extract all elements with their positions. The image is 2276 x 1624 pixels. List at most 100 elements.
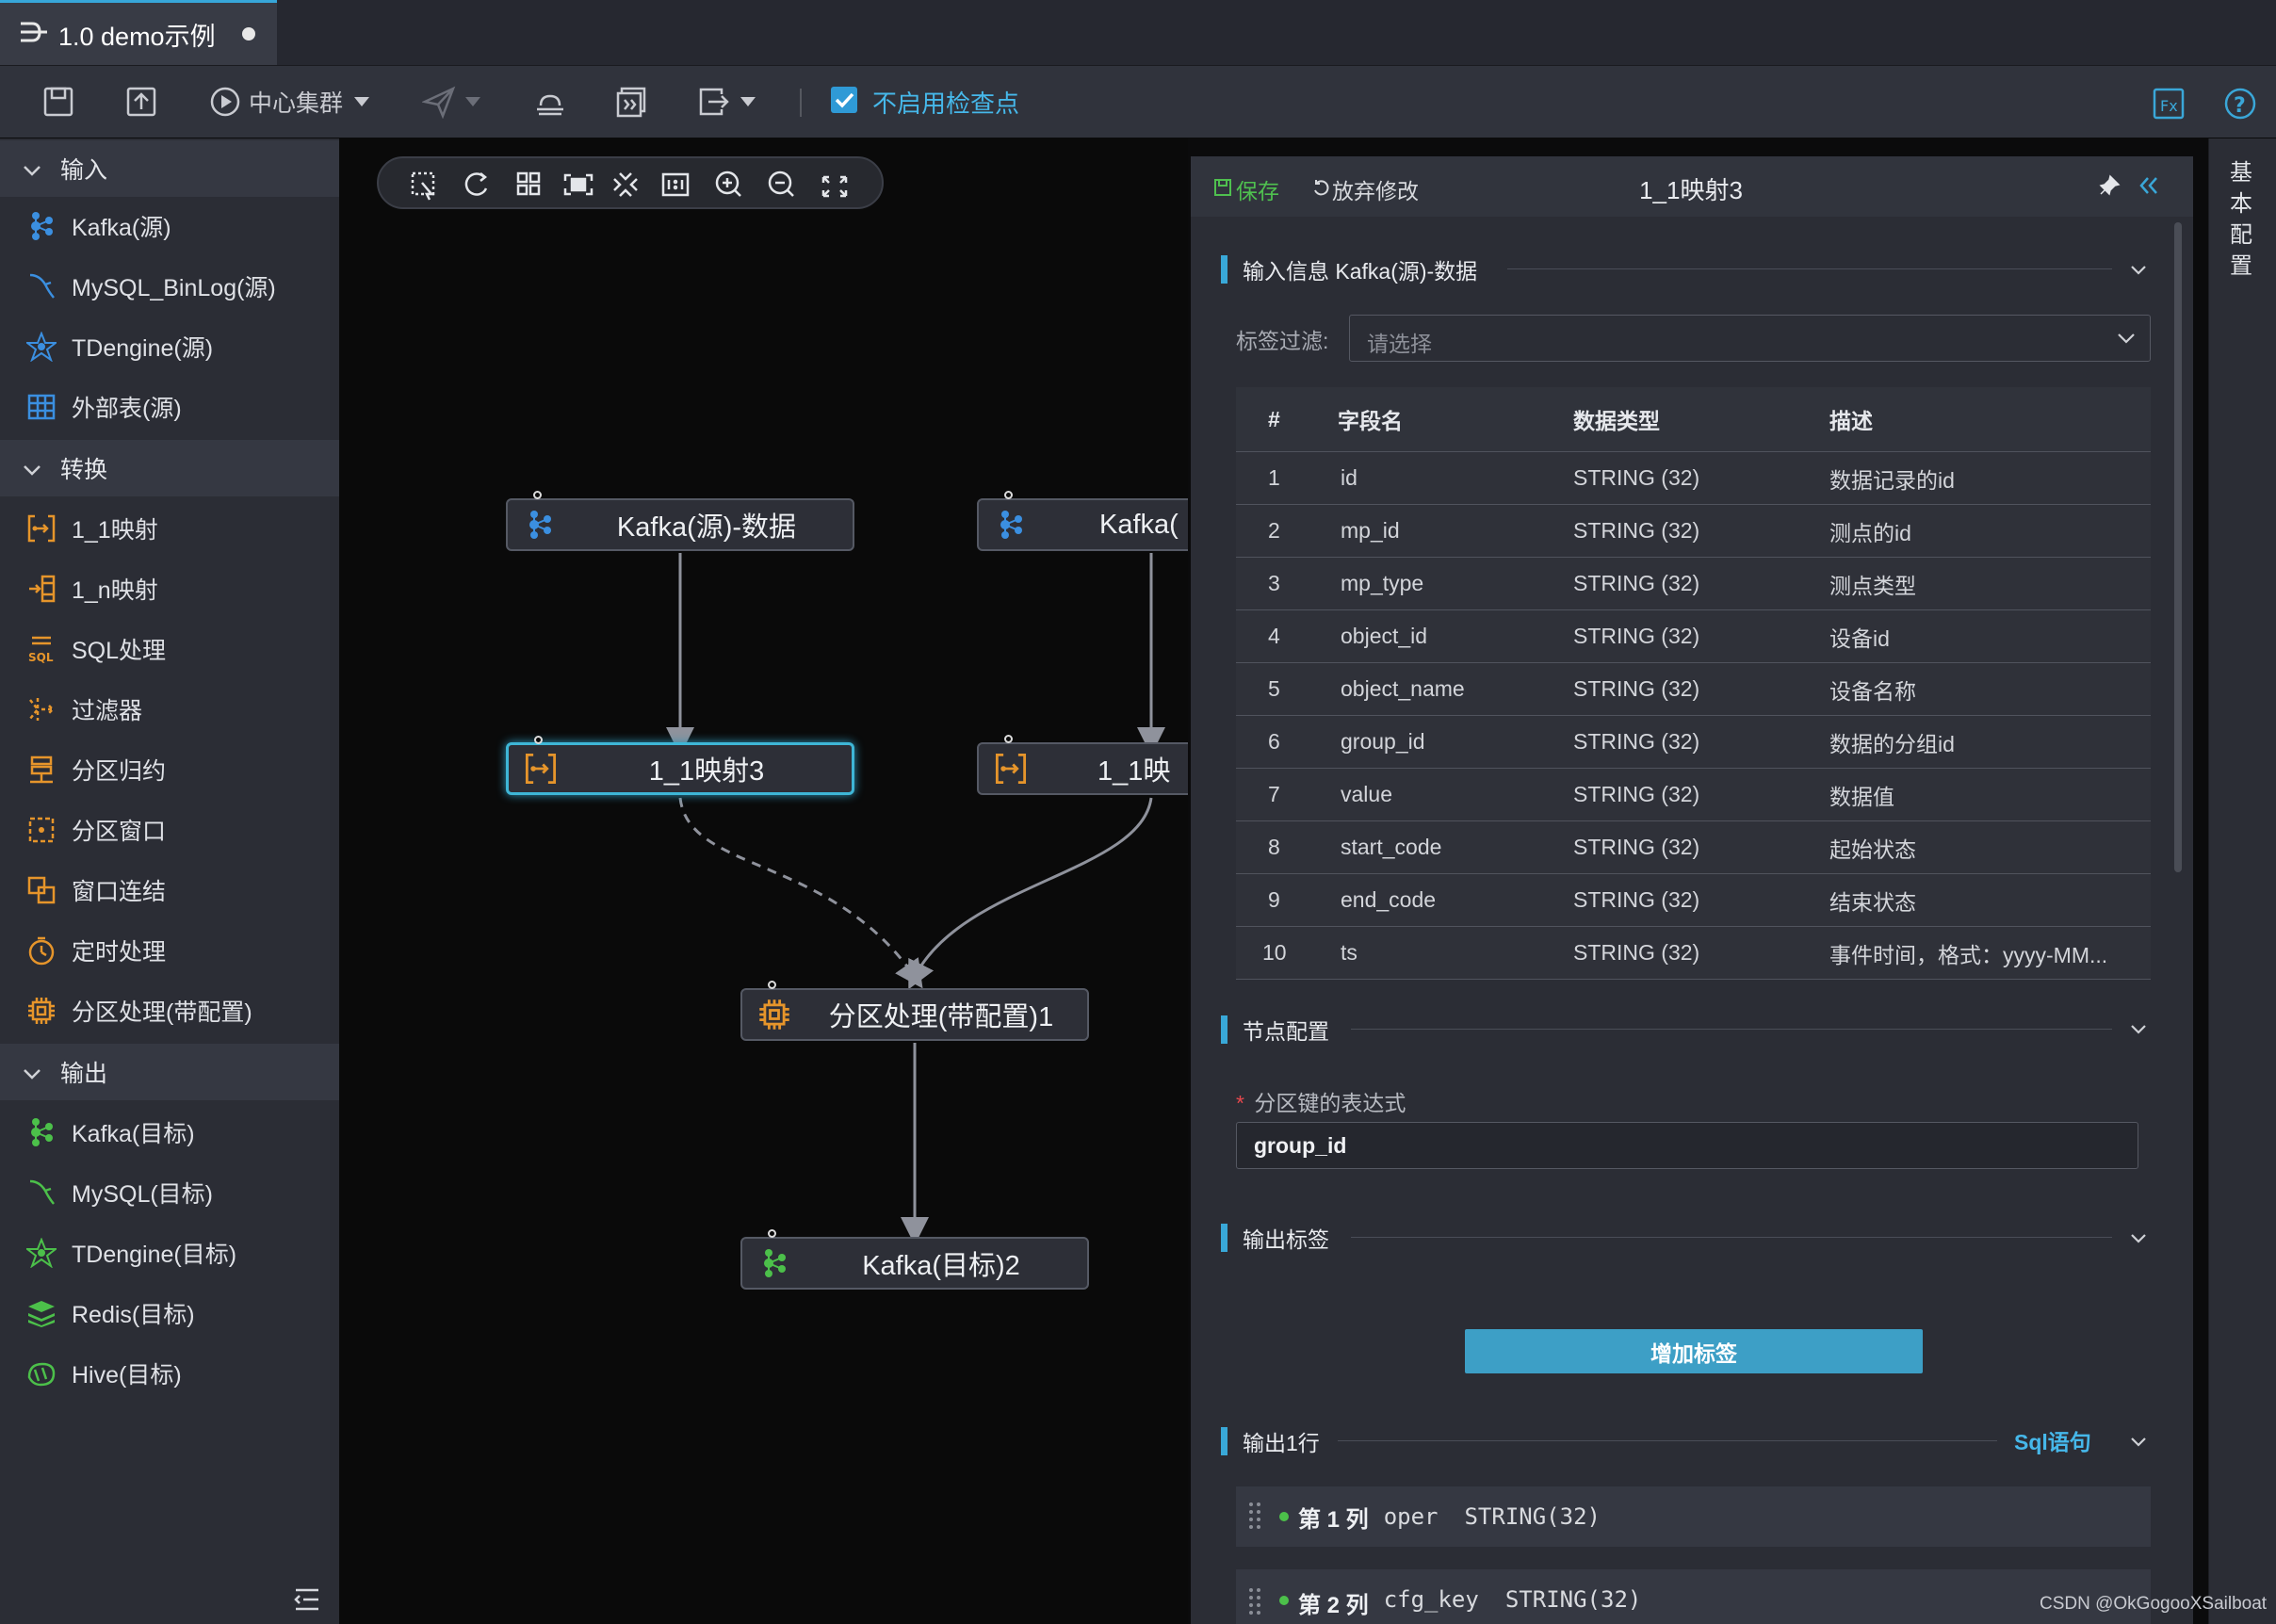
sidebar-item-partition-reduce[interactable]: 分区归约 [0,741,339,798]
panel-scrollbar[interactable] [2174,222,2182,872]
node-port[interactable] [1004,491,1013,499]
drag-handle-icon[interactable] [1236,1586,1274,1618]
cell-index: 3 [1236,557,1337,610]
sidebar-item-1-n-map[interactable]: 1_n映射 [0,560,339,617]
sidebar-item-label: 分区窗口 [72,819,167,845]
cell-field: ts [1337,926,1572,980]
cell-field: group_id [1337,715,1572,769]
sidebar-item-external-table[interactable]: 外部表(源) [0,379,339,435]
cell-field: mp_id [1337,504,1572,558]
section-input[interactable]: 输入 [0,140,339,197]
add-tag-button[interactable]: 增加标签 [1465,1329,1923,1373]
node-kafka-source[interactable]: Kafka(源)-数据 [506,491,854,551]
pin-icon[interactable] [2097,173,2122,203]
sidebar-item-redis-target[interactable]: Redis(目标) [0,1285,339,1341]
save-icon[interactable] [41,79,75,124]
section-input-info: 输入信息 Kafka(源)-数据 [1221,254,1477,284]
table-row[interactable]: 9 end_code STRING (32) 结束状态 [1236,873,2151,927]
sidebar-item-mysql-target[interactable]: MySQL(目标) [0,1164,339,1221]
node-port[interactable] [534,736,543,744]
column-name: oper [1383,1503,1439,1530]
cell-index: 5 [1236,662,1337,716]
chevron-down-icon[interactable] [2129,260,2148,279]
node-label: Kafka(目标)2 [862,1251,1020,1281]
sidebar-item-partition-process[interactable]: 分区处理(带配置) [0,983,339,1039]
collapse-panel-icon[interactable] [2137,173,2161,203]
sql-statement-link[interactable]: Sql语句 [2014,1424,2091,1456]
sidebar-item-kafka-source[interactable]: Kafka(源) [0,198,339,254]
checkpoint-checkbox[interactable] [831,87,857,113]
sidebar-item-partition-window[interactable]: 分区窗口 [0,802,339,858]
sidebar-item-1-1-map[interactable]: 1_1映射 [0,500,339,557]
output-column-row[interactable]: 第 2 列 cfg_key STRING(32) [1236,1569,2151,1624]
node-kafka-source-2[interactable]: Kafka( [977,491,1188,551]
node-label: 分区处理(带配置)1 [828,1002,1054,1032]
column-label: 第 2 列 [1298,1593,1369,1618]
sidebar-item-filter[interactable]: 过滤器 [0,681,339,738]
chevron-down-icon[interactable] [2129,1019,2148,1038]
toolbar-divider [800,89,802,117]
sidebar-item-sql[interactable]: SQL SQL处理 [0,621,339,677]
table-row[interactable]: 1 id STRING (32) 数据记录的id [1236,451,2151,505]
export-dropdown[interactable] [697,79,756,124]
node-port[interactable] [768,981,776,989]
cell-index: 4 [1236,609,1337,663]
run-cluster-dropdown[interactable]: 中心集群 [209,79,370,124]
table-row[interactable]: 4 object_id STRING (32) 设备id [1236,609,2151,663]
node-port[interactable] [1004,735,1013,743]
tab-basic-config[interactable]: 基本配置 [2230,157,2256,282]
unsaved-dot-icon [241,27,255,41]
section-transform[interactable]: 转换 [0,440,339,496]
table-row[interactable]: 5 object_name STRING (32) 设备名称 [1236,662,2151,716]
tag-filter-select[interactable]: 请选择 [1349,315,2151,362]
collapse-sidebar-icon[interactable] [294,1587,320,1616]
help-icon[interactable]: ? [2223,81,2257,126]
table-row[interactable]: 7 value STRING (32) 数据值 [1236,768,2151,821]
sql-icon: SQL [24,632,58,666]
refresh-icon [464,172,488,196]
table-row[interactable]: 10 ts STRING (32) 事件时间，格式：yyyy-MM... [1236,926,2151,980]
checkpoint-label[interactable]: 不启用检查点 [872,79,1019,124]
section-output[interactable]: 输出 [0,1044,339,1100]
node-partition-process[interactable]: 分区处理(带配置)1 [740,981,1089,1041]
node-kafka-target[interactable]: Kafka(目标)2 [740,1229,1089,1290]
node-port[interactable] [533,491,542,499]
partition-key-input[interactable]: group_id [1236,1122,2138,1169]
table-row[interactable]: 3 mp_type STRING (32) 测点类型 [1236,557,2151,610]
cell-type: STRING (32) [1572,820,1829,874]
cell-type: STRING (32) [1572,451,1829,505]
formula-icon[interactable]: Fx [2152,81,2186,126]
upload-icon[interactable] [124,79,158,124]
tab-demo[interactable]: 1.0 demo示例 [0,0,277,65]
node-map-other[interactable]: 1_1映 [977,735,1188,795]
required-asterisk: * [1236,1091,1244,1115]
discard-button[interactable]: 放弃修改 [1311,173,1419,205]
chevron-down-icon[interactable] [2129,1432,2148,1451]
sidebar-item-hive-target[interactable]: Hive(目标) [0,1345,339,1402]
sidebar-item-label: Hive(目标) [72,1362,182,1389]
sidebar-item-timer[interactable]: 定时处理 [0,922,339,979]
node-port[interactable] [768,1229,776,1238]
drag-handle-icon[interactable] [1236,1501,1274,1533]
sidebar-item-window-join[interactable]: 窗口连结 [0,862,339,918]
send-dropdown[interactable] [422,79,480,124]
sidebar-item-mysql-binlog-source[interactable]: MySQL_BinLog(源) [0,258,339,315]
table-row[interactable]: 6 group_id STRING (32) 数据的分组id [1236,715,2151,769]
sidebar-item-kafka-target[interactable]: Kafka(目标) [0,1104,339,1161]
timer-icon [24,934,58,967]
save-button[interactable]: 保存 [1213,173,1279,205]
chevron-down-icon [740,97,756,106]
table-icon [24,390,58,424]
chevron-down-icon[interactable] [2129,1228,2148,1247]
flow-canvas[interactable]: Kafka(源)-数据 Kafka( 1_1映射3 1_1映 分区处理(带配置)… [340,138,1188,1624]
output-column-row[interactable]: 第 1 列 oper STRING(32) [1236,1486,2151,1547]
node-map3[interactable]: 1_1映射3 [506,736,854,795]
sidebar-item-tdengine-source[interactable]: TDengine(源) [0,318,339,375]
table-row[interactable]: 2 mp_id STRING (32) 测点的id [1236,504,2151,558]
tab-bar: 1.0 demo示例 [0,0,2276,66]
sidebar-item-tdengine-target[interactable]: TDengine(目标) [0,1225,339,1281]
table-row[interactable]: 8 start_code STRING (32) 起始状态 [1236,820,2151,874]
sidebar-item-label: 分区处理(带配置) [72,999,252,1026]
cloud-icon[interactable] [533,79,567,124]
code-window-icon[interactable] [614,79,648,124]
